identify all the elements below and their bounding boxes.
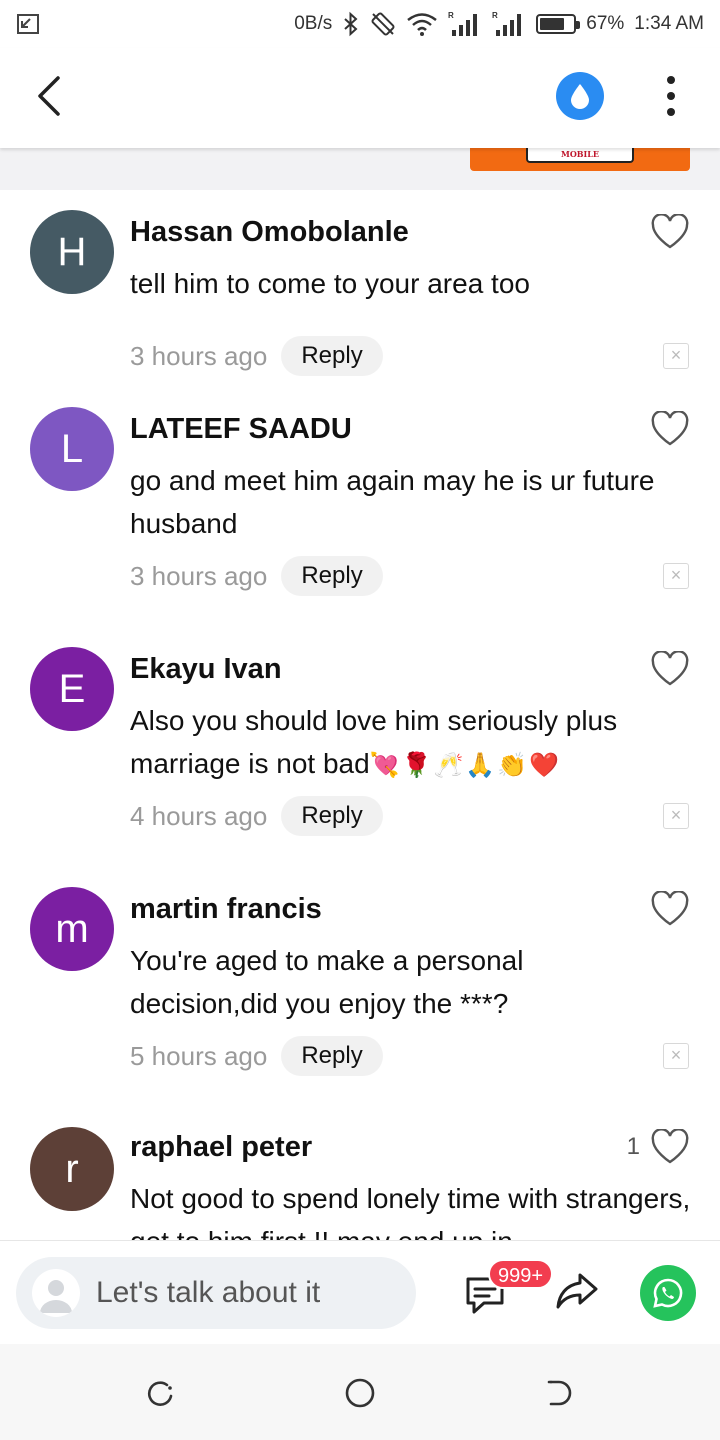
comment-meta: 3 hours ago Reply	[130, 556, 383, 596]
avatar-initial: H	[57, 229, 87, 274]
comment-text: Not good to spend lonely time with stran…	[130, 1183, 691, 1240]
comment-body: Also you should love him seriously plus …	[130, 699, 700, 787]
signal-roaming-label-2: R	[492, 11, 498, 20]
avatar[interactable]: H	[30, 210, 114, 294]
ad-label: MOBILE	[526, 148, 634, 163]
whatsapp-icon	[653, 1278, 683, 1308]
comment-text: tell him to come to your area too	[130, 268, 530, 299]
avatar[interactable]: m	[30, 887, 114, 971]
close-icon[interactable]: ×	[663, 563, 689, 589]
reply-button[interactable]: Reply	[281, 336, 383, 376]
comment-count-badge: 999+	[488, 1259, 554, 1289]
avatar-initial: L	[60, 426, 84, 471]
signal-icon: R	[448, 11, 478, 36]
comment-author[interactable]: Hassan Omobolanle	[130, 216, 409, 249]
avatar-initial: r	[65, 1146, 79, 1191]
heart-icon[interactable]	[650, 214, 690, 250]
comment-item: E Ekayu Ivan Also you should love him se…	[0, 647, 720, 857]
heart-icon[interactable]	[650, 651, 690, 687]
comment-item: r raphael peter 1 Not good to spend lone…	[0, 1127, 720, 1240]
heart-icon[interactable]	[650, 891, 690, 927]
emoji-string: 💘🌹🥂🙏👏❤️	[369, 751, 561, 779]
chevron-left-icon[interactable]	[30, 74, 70, 118]
comment-author[interactable]: martin francis	[130, 893, 322, 926]
comment-text: go and meet him again may he is ur futur…	[130, 465, 655, 539]
system-nav-bar	[0, 1344, 720, 1440]
water-drop-icon	[571, 84, 589, 109]
battery-icon	[536, 14, 581, 34]
comment-meta: 4 hours ago Reply	[130, 796, 383, 836]
comment-input-bar: Let's talk about it 999+	[0, 1240, 720, 1344]
avatar-initial: m	[55, 906, 89, 951]
rotate-icon	[371, 12, 395, 36]
screenshot-icon	[17, 14, 39, 34]
input-placeholder: Let's talk about it	[96, 1276, 321, 1309]
avatar[interactable]: L	[30, 407, 114, 491]
avatar[interactable]: r	[30, 1127, 114, 1211]
comment-item: m martin francis You're aged to make a p…	[0, 887, 720, 1097]
comment-meta: 3 hours ago Reply	[130, 336, 383, 376]
like-count: 1	[626, 1133, 640, 1160]
home-icon[interactable]	[343, 1376, 377, 1410]
heart-icon[interactable]	[650, 411, 690, 447]
signal-roaming-label: R	[448, 11, 454, 20]
comment-time: 3 hours ago	[130, 560, 268, 591]
comment-item: L LATEEF SAADU go and meet him again may…	[0, 407, 720, 617]
avatar[interactable]: E	[30, 647, 114, 731]
comment-author[interactable]: Ekayu Ivan	[130, 653, 282, 686]
clock: 1:34 AM	[634, 13, 704, 34]
comment-text: You're aged to make a personal decision,…	[130, 945, 524, 1019]
whatsapp-share-button[interactable]	[640, 1265, 696, 1321]
reply-button[interactable]: Reply	[281, 556, 383, 596]
app-bar	[0, 48, 720, 148]
reply-button[interactable]: Reply	[281, 1036, 383, 1076]
heart-icon[interactable]	[650, 1129, 690, 1165]
avatar-initial: E	[58, 666, 86, 711]
share-icon[interactable]	[554, 1271, 600, 1311]
back-icon[interactable]	[543, 1376, 577, 1410]
comment-input[interactable]: Let's talk about it	[16, 1257, 416, 1329]
signal-icon-2: R	[492, 11, 522, 36]
water-drop-button[interactable]	[556, 72, 604, 120]
status-bar: 0B/s R R 67% 1:34 AM	[0, 0, 720, 48]
bluetooth-icon	[344, 11, 358, 37]
recent-apps-icon[interactable]	[143, 1376, 177, 1410]
comment-time: 3 hours ago	[130, 340, 268, 371]
wifi-icon	[407, 13, 438, 36]
comment-time: 5 hours ago	[130, 1040, 268, 1071]
article-bottom-strip: MOBILE	[0, 148, 720, 190]
close-icon[interactable]: ×	[663, 1043, 689, 1069]
close-icon[interactable]: ×	[663, 803, 689, 829]
comment-list[interactable]: H Hassan Omobolanle tell him to come to …	[0, 190, 720, 1240]
comment-author[interactable]: raphael peter	[130, 1131, 312, 1164]
net-speed: 0B/s	[294, 13, 333, 34]
close-icon[interactable]: ×	[663, 343, 689, 369]
more-vertical-icon[interactable]	[656, 74, 686, 118]
ad-banner[interactable]: MOBILE	[470, 148, 690, 171]
comment-item: H Hassan Omobolanle tell him to come to …	[0, 210, 720, 400]
comment-time: 4 hours ago	[130, 800, 268, 831]
reply-button[interactable]: Reply	[281, 796, 383, 836]
user-avatar-icon	[32, 1269, 80, 1317]
comment-author[interactable]: LATEEF SAADU	[130, 413, 352, 446]
comment-meta: 5 hours ago Reply	[130, 1036, 383, 1076]
battery-level: 67%	[586, 13, 625, 34]
